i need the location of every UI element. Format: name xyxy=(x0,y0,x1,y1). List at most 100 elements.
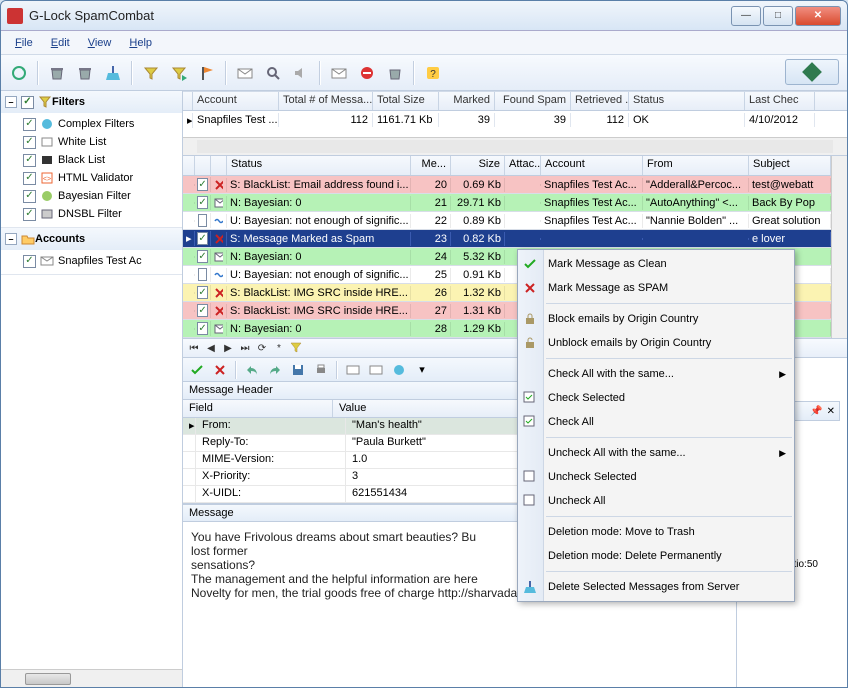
sidebar-filter-item[interactable]: Black List xyxy=(1,151,182,169)
close-button[interactable]: ✕ xyxy=(795,6,841,26)
col-marked[interactable]: Marked xyxy=(439,92,495,110)
print-button[interactable] xyxy=(311,360,331,380)
collapse-icon[interactable]: – xyxy=(5,96,17,108)
checkbox-icon[interactable] xyxy=(23,154,36,167)
context-menu-item[interactable]: Mark Message as Clean xyxy=(518,252,794,276)
toolbar-flag-button[interactable] xyxy=(195,61,219,85)
context-menu-item[interactable]: Deletion mode: Delete Permanently xyxy=(518,544,794,568)
refresh-nav-button[interactable]: ⟳ xyxy=(255,341,269,355)
toolbar-trash-button[interactable] xyxy=(45,61,69,85)
sidebar-filter-item[interactable]: Bayesian Filter xyxy=(1,187,182,205)
context-menu-item[interactable]: Check All xyxy=(518,410,794,434)
sidebar-filter-item[interactable]: DNSBL Filter xyxy=(1,205,182,223)
checkbox-icon[interactable] xyxy=(23,172,36,185)
toolbar-broom-button[interactable] xyxy=(101,61,125,85)
sidebar-filter-item[interactable]: <>HTML Validator xyxy=(1,169,182,187)
col-total[interactable]: Total # of Messa... xyxy=(279,92,373,110)
row-checkbox[interactable] xyxy=(197,196,207,209)
mark-spam-button[interactable] xyxy=(210,360,230,380)
toolbar-filter-button[interactable] xyxy=(139,61,163,85)
col-field[interactable]: Field xyxy=(183,400,333,417)
row-checkbox[interactable] xyxy=(197,232,207,245)
context-menu-item[interactable]: Delete Selected Messages from Server xyxy=(518,575,794,599)
sidebar-filters-header[interactable]: – Filters xyxy=(1,91,182,113)
toolbar-refresh-button[interactable] xyxy=(7,61,31,85)
col-me[interactable]: Me... xyxy=(411,156,451,175)
col-size[interactable]: Size xyxy=(451,156,505,175)
col-last-check[interactable]: Last Chec xyxy=(745,92,815,110)
col-account[interactable]: Account xyxy=(541,156,643,175)
view-globe-button[interactable] xyxy=(389,360,409,380)
row-checkbox[interactable] xyxy=(197,286,207,299)
email-row[interactable]: S: BlackList: Email address found i...20… xyxy=(183,176,831,194)
close-icon[interactable]: ✕ xyxy=(827,406,835,417)
save-button[interactable] xyxy=(288,360,308,380)
forward-button[interactable] xyxy=(265,360,285,380)
context-menu-item[interactable]: Unblock emails by Origin Country xyxy=(518,331,794,355)
toolbar-mute-button[interactable] xyxy=(289,61,313,85)
row-checkbox[interactable] xyxy=(198,268,207,281)
sidebar-filter-item[interactable]: Complex Filters xyxy=(1,115,182,133)
last-button[interactable]: ⏭ xyxy=(238,341,252,355)
row-checkbox[interactable] xyxy=(198,214,207,227)
checkbox-icon[interactable] xyxy=(23,255,36,268)
context-menu-item[interactable]: Uncheck Selected xyxy=(518,465,794,489)
email-vscrollbar[interactable] xyxy=(831,156,847,338)
toolbar-mail-button[interactable] xyxy=(233,61,257,85)
checkbox-icon[interactable] xyxy=(23,118,36,131)
view-mail-button[interactable] xyxy=(343,360,363,380)
menu-help[interactable]: Help xyxy=(121,35,160,51)
toolbar-search-button[interactable] xyxy=(261,61,285,85)
col-from[interactable]: From xyxy=(643,156,749,175)
row-checkbox[interactable] xyxy=(197,178,207,191)
email-row[interactable]: U: Bayesian: not enough of signific...22… xyxy=(183,212,831,230)
email-row[interactable]: N: Bayesian: 02129.71 KbSnapfiles Test A… xyxy=(183,194,831,212)
maximize-button[interactable]: □ xyxy=(763,6,793,26)
email-row[interactable]: ▸S: Message Marked as Spam230.82 Kbe lov… xyxy=(183,230,831,248)
first-button[interactable]: ⏮ xyxy=(187,341,201,355)
asterisk-button[interactable]: * xyxy=(272,341,286,355)
toolbar-trash2-button[interactable] xyxy=(73,61,97,85)
next-button[interactable]: ▶ xyxy=(221,341,235,355)
mark-clean-button[interactable] xyxy=(187,360,207,380)
col-status[interactable]: Status xyxy=(629,92,745,110)
toolbar-block-button[interactable] xyxy=(355,61,379,85)
row-checkbox[interactable] xyxy=(197,250,207,263)
menu-edit[interactable]: Edit xyxy=(43,35,78,51)
row-checkbox[interactable] xyxy=(197,304,207,317)
options-button[interactable]: ▾ xyxy=(412,360,432,380)
checkbox-icon[interactable] xyxy=(23,136,36,149)
sidebar-account-item[interactable]: Snapfiles Test Ac xyxy=(1,252,182,270)
row-checkbox[interactable] xyxy=(197,322,207,335)
accounts-scrollbar[interactable] xyxy=(183,137,847,155)
sidebar-accounts-header[interactable]: – Accounts xyxy=(1,228,182,250)
sidebar-scrollbar[interactable] xyxy=(1,669,182,687)
col-attach[interactable]: Attac... xyxy=(505,156,541,175)
checkbox-icon[interactable] xyxy=(21,96,34,109)
prev-button[interactable]: ◀ xyxy=(204,341,218,355)
context-menu-item[interactable]: Check Selected xyxy=(518,386,794,410)
checkbox-icon[interactable] xyxy=(23,208,36,221)
menu-file[interactable]: File xyxy=(7,35,41,51)
reply-button[interactable] xyxy=(242,360,262,380)
sidebar-filter-item[interactable]: White List xyxy=(1,133,182,151)
collapse-icon[interactable]: – xyxy=(5,233,17,245)
context-menu-item[interactable]: Block emails by Origin Country xyxy=(518,307,794,331)
toolbar-help-button[interactable]: ? xyxy=(421,61,445,85)
checkbox-icon[interactable] xyxy=(23,190,36,203)
context-menu-item[interactable]: Deletion mode: Move to Trash xyxy=(518,520,794,544)
toolbar-filter-play-button[interactable] xyxy=(167,61,191,85)
context-menu-item[interactable]: Uncheck All xyxy=(518,489,794,513)
col-status[interactable]: Status xyxy=(227,156,411,175)
col-retrieved[interactable]: Retrieved ... xyxy=(571,92,629,110)
context-menu-item[interactable]: Uncheck All with the same...▶ xyxy=(518,441,794,465)
menu-view[interactable]: View xyxy=(80,35,120,51)
pin-icon[interactable]: 📌 xyxy=(810,406,822,417)
context-menu-item[interactable]: Check All with the same...▶ xyxy=(518,362,794,386)
toolbar-mail2-button[interactable] xyxy=(327,61,351,85)
col-subject[interactable]: Subject xyxy=(749,156,831,175)
toolbar-trash3-button[interactable] xyxy=(383,61,407,85)
context-menu-item[interactable]: Mark Message as SPAM xyxy=(518,276,794,300)
minimize-button[interactable]: — xyxy=(731,6,761,26)
account-row[interactable]: ▸ Snapfiles Test ... 112 1161.71 Kb 39 3… xyxy=(183,111,847,129)
